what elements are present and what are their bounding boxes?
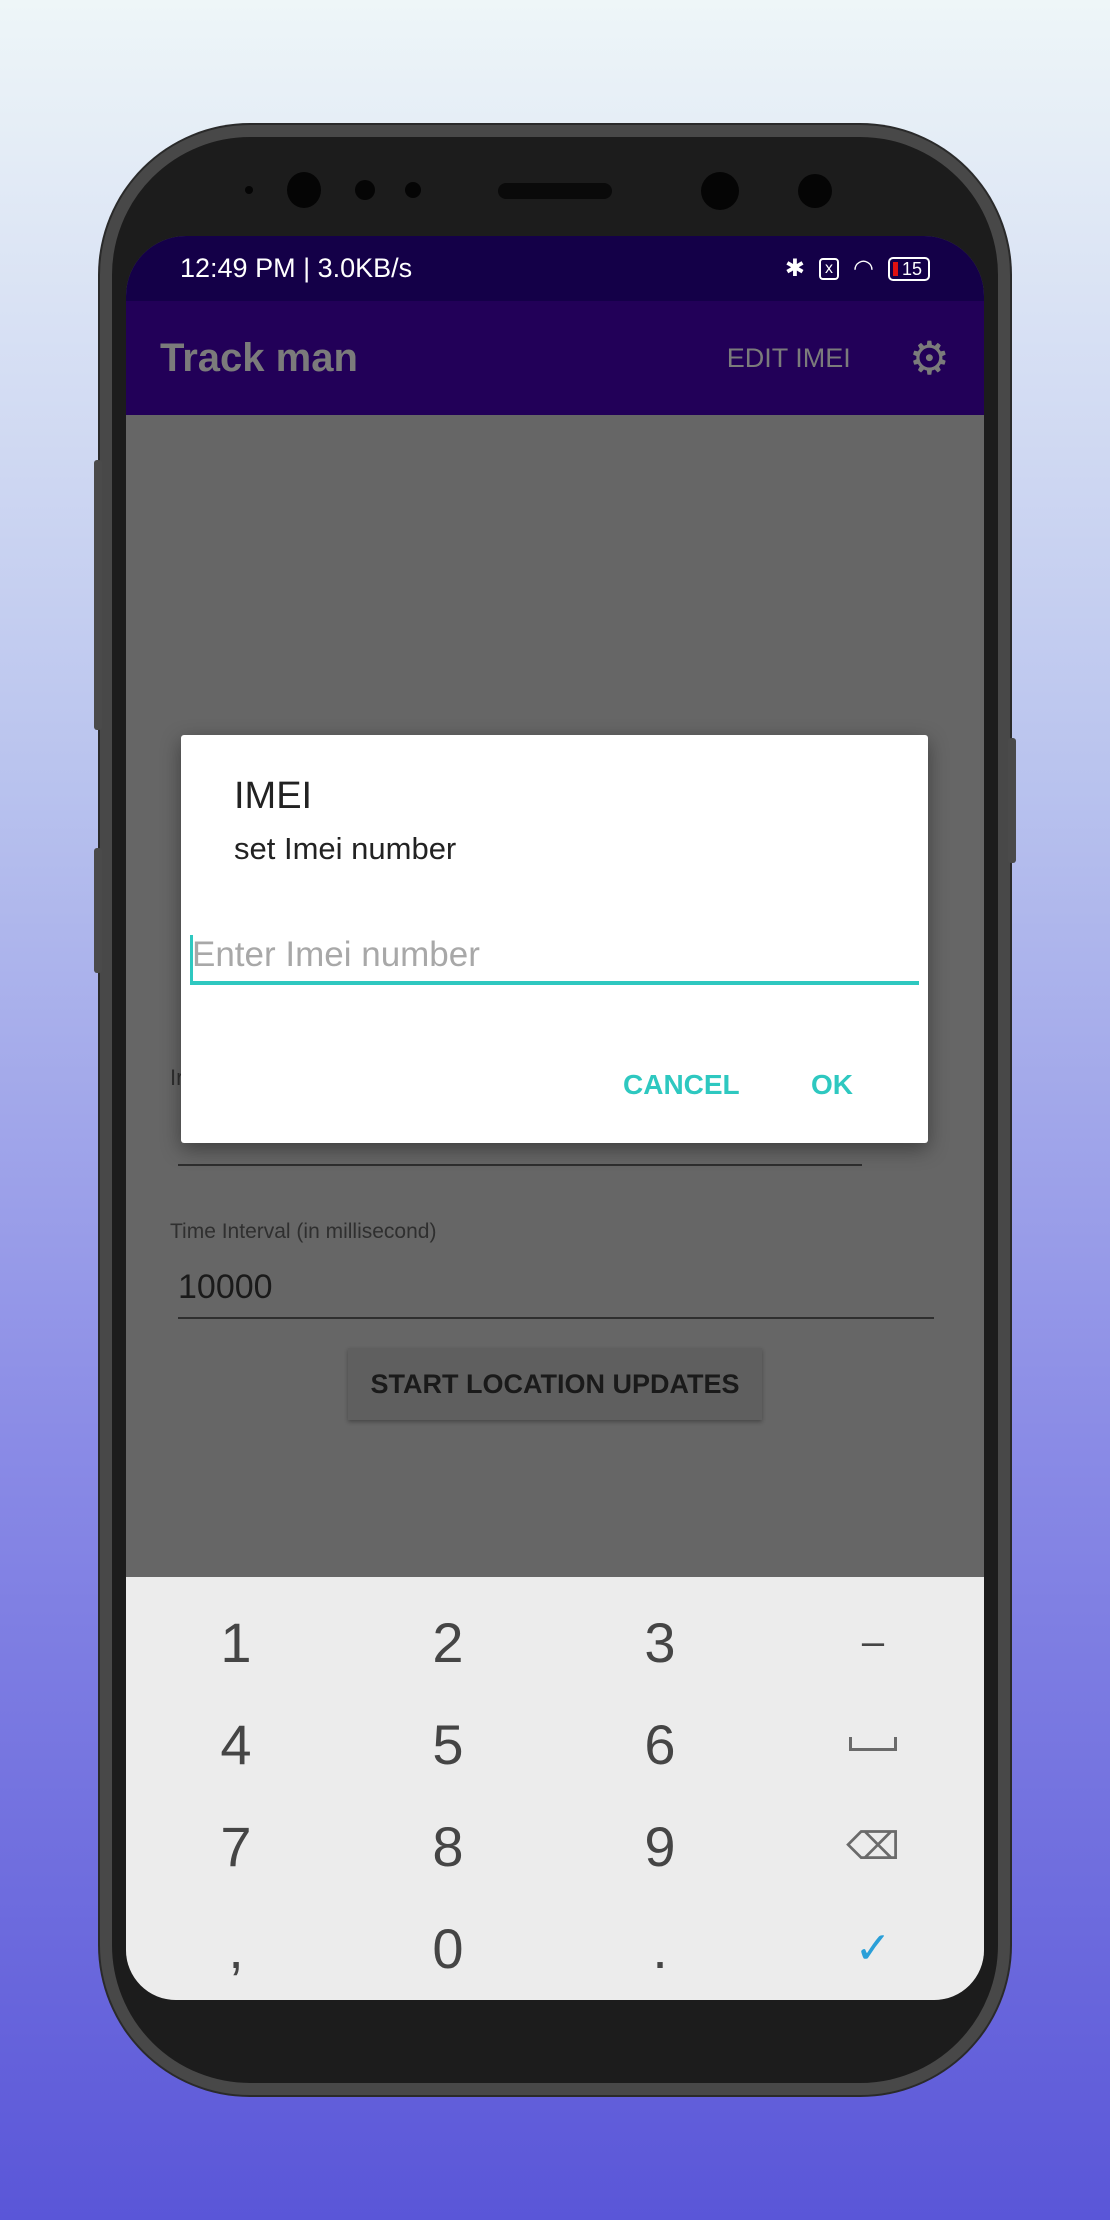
- backspace-icon: ⌫: [846, 1825, 900, 1868]
- dialog-title: IMEI: [234, 775, 313, 817]
- backspace-key[interactable]: ⌫: [768, 1796, 978, 1896]
- sensor-dot: [405, 182, 421, 198]
- app-bar: Track man EDIT IMEI ⚙: [126, 301, 984, 415]
- power-button: [1008, 738, 1016, 863]
- key-1[interactable]: 1: [131, 1592, 341, 1692]
- key-dash[interactable]: –: [768, 1592, 978, 1692]
- imei-dialog: IMEI set Imei number Enter Imei number C…: [181, 735, 928, 1143]
- interval-input[interactable]: 10000: [178, 1268, 273, 1307]
- key-2[interactable]: 2: [343, 1592, 553, 1692]
- key-4[interactable]: 4: [131, 1694, 341, 1794]
- sensor: [798, 174, 832, 208]
- app-title: Track man: [160, 335, 358, 380]
- key-8[interactable]: 8: [343, 1796, 553, 1896]
- status-time: 12:49 PM | 3.0KB/s: [180, 253, 413, 283]
- bluetooth-icon: ✱: [784, 255, 806, 282]
- numeric-keyboard: 1 2 3 – 4 5 6 7 8 9 ⌫ , 0 . ✓: [126, 1577, 984, 2000]
- key-3[interactable]: 3: [555, 1592, 765, 1692]
- screen: 12:49 PM | 3.0KB/s ✱ x ◠ 15 Track man ED…: [126, 236, 984, 2000]
- checkmark-icon: ✓: [854, 1923, 892, 1973]
- volume-button: [94, 460, 102, 730]
- key-period[interactable]: .: [555, 1898, 765, 1998]
- cancel-button[interactable]: CANCEL: [623, 1069, 740, 1101]
- front-camera: [287, 172, 321, 208]
- edit-imei-button[interactable]: EDIT IMEI: [727, 343, 851, 374]
- side-button: [94, 848, 102, 973]
- imei-field-underline: [178, 1164, 862, 1166]
- interval-label: Time Interval (in millisecond): [170, 1220, 437, 1243]
- key-7[interactable]: 7: [131, 1796, 341, 1896]
- key-comma[interactable]: ,: [131, 1898, 341, 1998]
- earpiece-speaker: [498, 183, 612, 199]
- sensor-dot: [355, 180, 375, 200]
- done-key[interactable]: ✓: [768, 1898, 978, 1998]
- interval-field-underline: [178, 1317, 934, 1319]
- dialog-message: set Imei number: [234, 831, 457, 866]
- gear-icon[interactable]: ⚙: [909, 331, 950, 385]
- key-0[interactable]: 0: [343, 1898, 553, 1998]
- start-location-updates-button[interactable]: START LOCATION UPDATES: [348, 1348, 762, 1420]
- status-bar: 12:49 PM | 3.0KB/s ✱ x ◠ 15: [126, 236, 984, 301]
- front-camera-2: [701, 172, 739, 210]
- main-content: Ir Time Interval (in millisecond) 10000 …: [126, 415, 984, 1578]
- imei-input[interactable]: Enter Imei number: [190, 935, 919, 985]
- sim-missing-icon: x: [819, 257, 840, 280]
- key-9[interactable]: 9: [555, 1796, 765, 1896]
- space-icon: [849, 1737, 897, 1751]
- wifi-icon: ◠: [853, 255, 874, 282]
- ok-button[interactable]: OK: [811, 1069, 853, 1101]
- key-5[interactable]: 5: [343, 1694, 553, 1794]
- space-key[interactable]: [768, 1694, 978, 1794]
- sensor-dot: [245, 186, 253, 194]
- battery-icon: 15: [887, 256, 930, 281]
- key-6[interactable]: 6: [555, 1694, 765, 1794]
